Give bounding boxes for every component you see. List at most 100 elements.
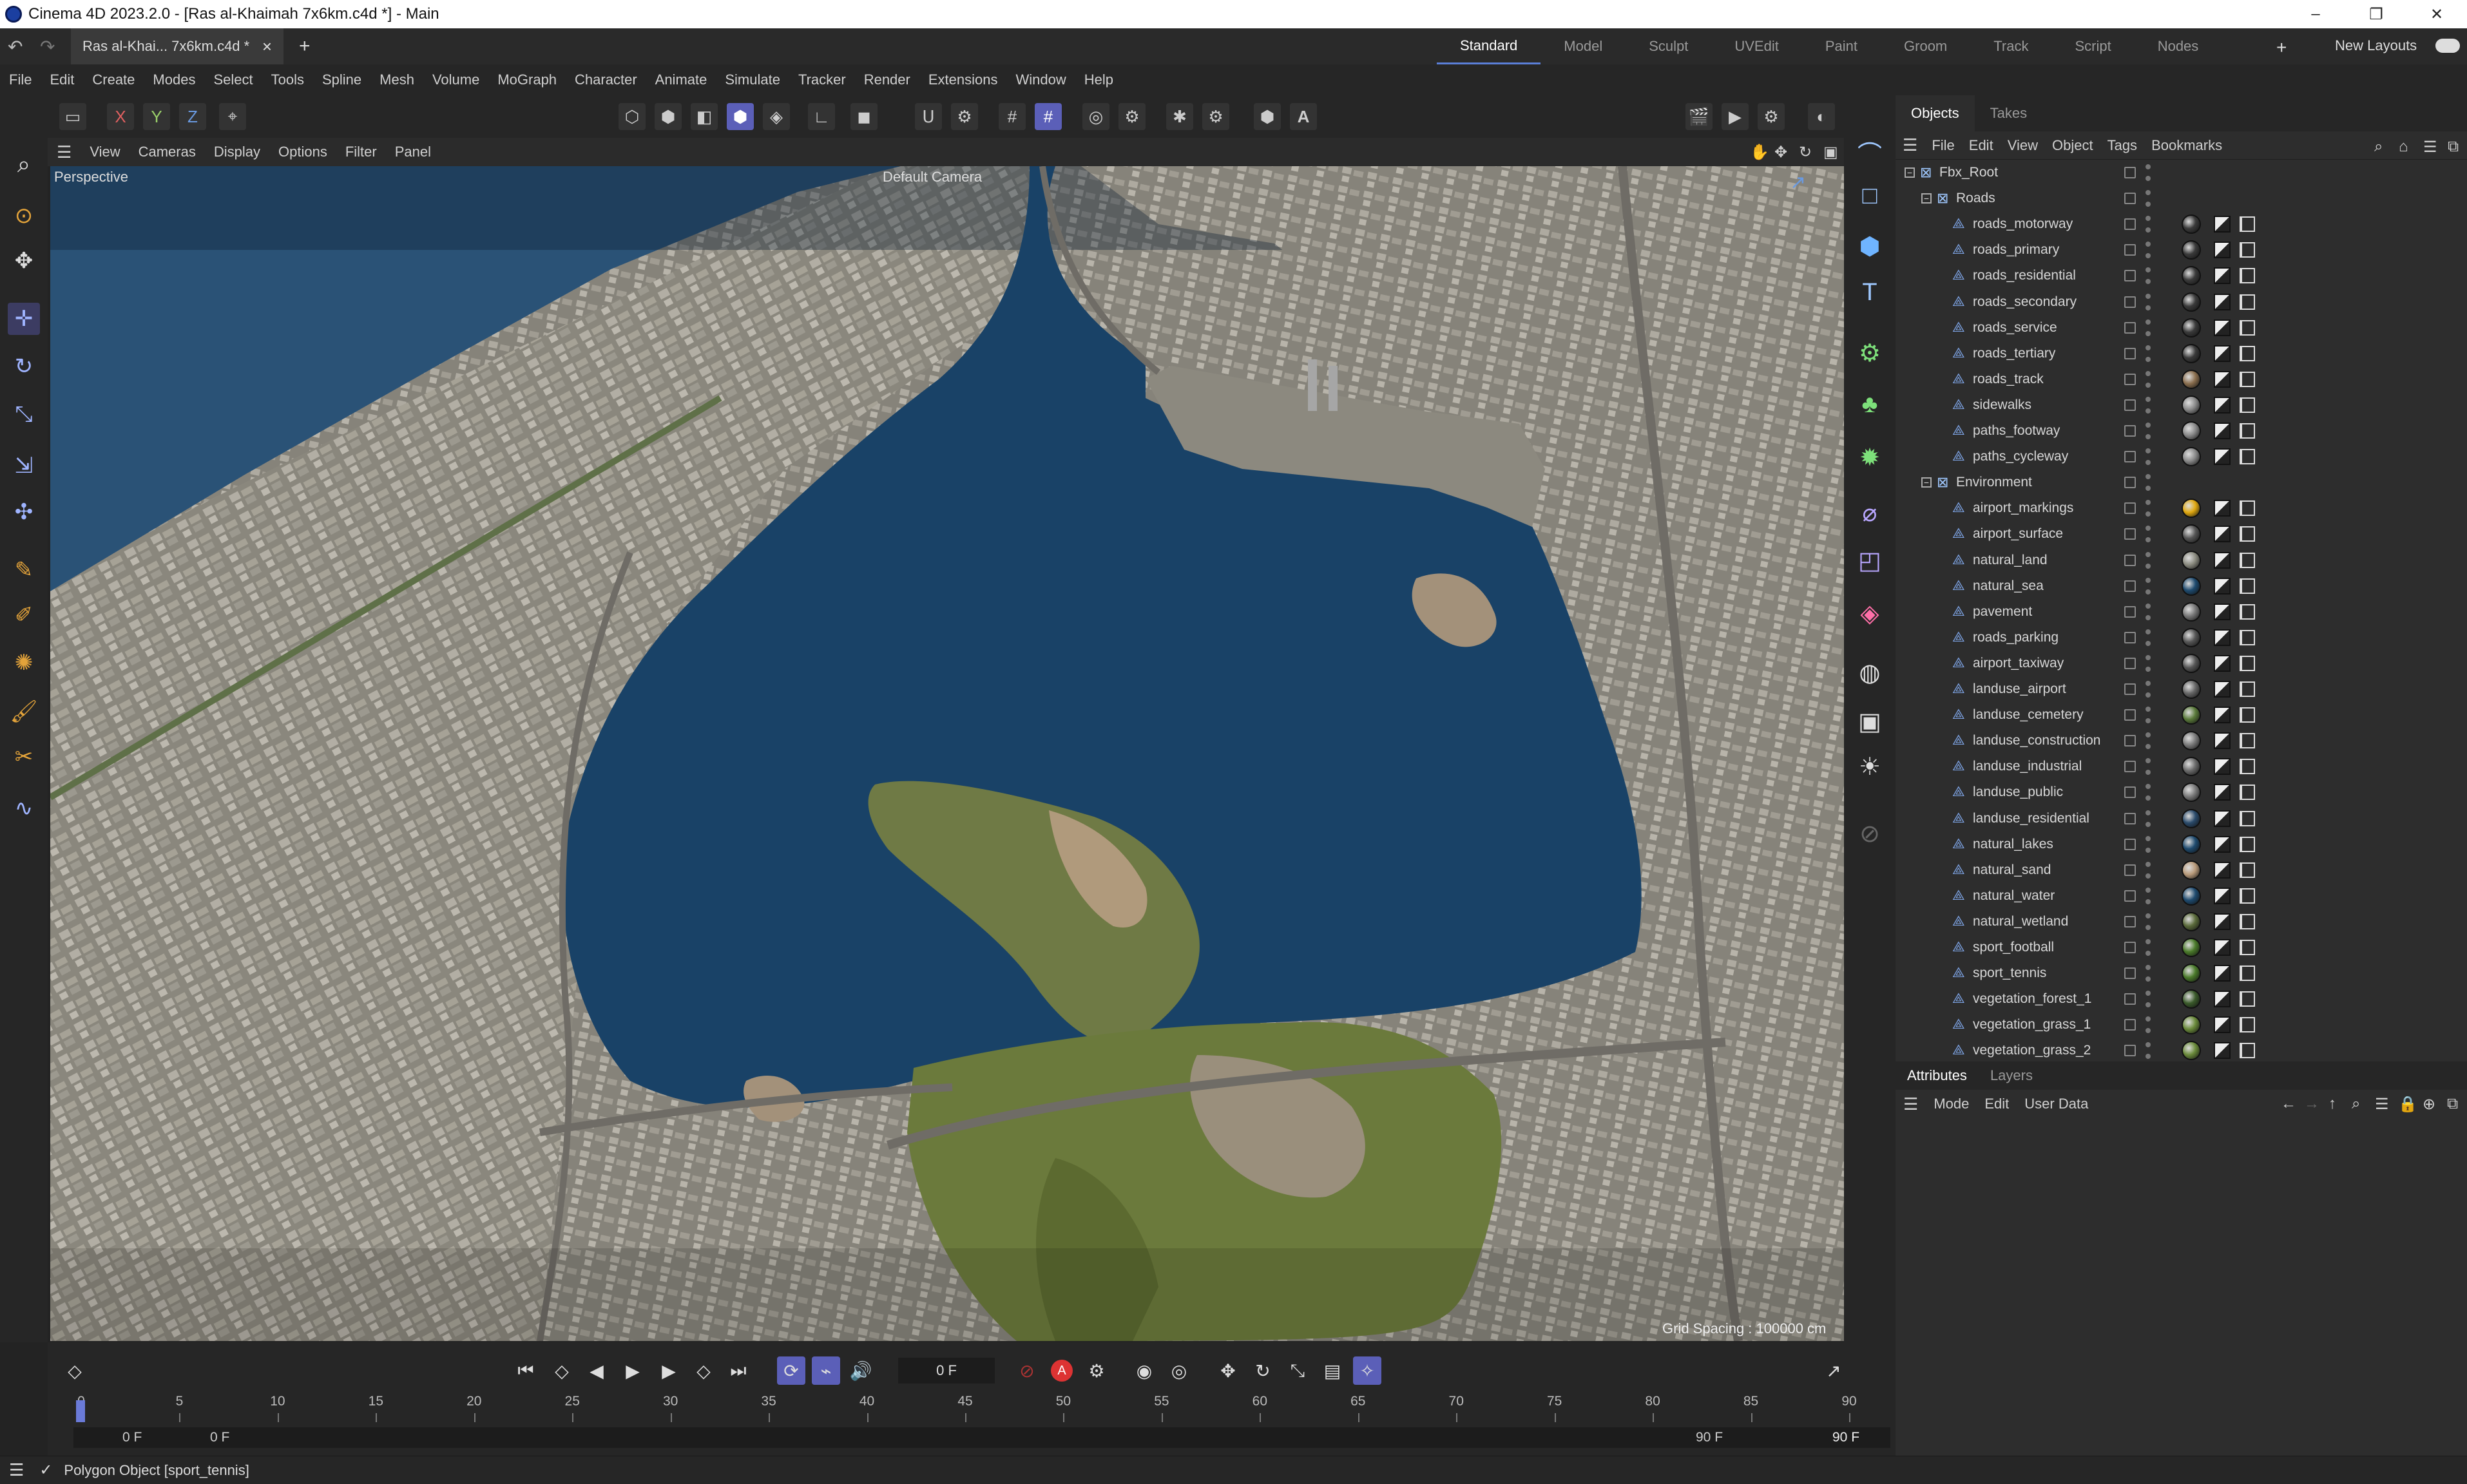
- phong-tag-icon[interactable]: [2240, 397, 2255, 413]
- render-settings-icon[interactable]: ⚙: [1118, 103, 1146, 130]
- phong-tag-icon[interactable]: [2240, 423, 2255, 439]
- phong-tag-icon[interactable]: [2240, 836, 2255, 852]
- visibility-checkbox[interactable]: [2124, 167, 2136, 178]
- render-visibility-dots[interactable]: [2145, 887, 2151, 904]
- object-name[interactable]: roads_tertiary: [1973, 346, 2055, 361]
- viewport-menu-filter[interactable]: Filter: [336, 144, 386, 160]
- objects-menu-object[interactable]: Object: [2045, 137, 2100, 154]
- objects-menu-file[interactable]: File: [1925, 137, 1961, 154]
- material-tag-icon[interactable]: [2182, 860, 2201, 880]
- object-row[interactable]: ⟁ natural_sea: [1896, 573, 2467, 599]
- viewport-projection-label[interactable]: Perspective: [54, 169, 128, 186]
- object-name[interactable]: roads_primary: [1973, 242, 2059, 258]
- phong-tag-icon[interactable]: [2240, 526, 2255, 542]
- effector-icon[interactable]: ✹: [1853, 441, 1886, 474]
- texture-tag-icon[interactable]: [2214, 345, 2231, 362]
- visibility-checkbox[interactable]: [2124, 889, 2136, 902]
- object-name[interactable]: natural_land: [1973, 553, 2048, 568]
- points-mode-icon[interactable]: ⬡: [619, 103, 646, 130]
- undo-icon[interactable]: ↶: [8, 36, 23, 57]
- object-name[interactable]: sport_tennis: [1973, 966, 2046, 981]
- object-name[interactable]: natural_sand: [1973, 862, 2051, 878]
- object-name[interactable]: natural_water: [1973, 888, 2055, 904]
- menu-window[interactable]: Window: [1006, 71, 1075, 88]
- render-visibility-dots[interactable]: [2145, 810, 2151, 827]
- visibility-checkbox[interactable]: [2124, 296, 2136, 308]
- material-tag-icon[interactable]: [2182, 214, 2201, 234]
- keyframe-icon[interactable]: ◇: [61, 1356, 89, 1385]
- deformer-icon[interactable]: ⌀: [1853, 496, 1886, 529]
- object-row[interactable]: − ⊠ Environment: [1896, 470, 2467, 495]
- render-visibility-dots[interactable]: [2145, 758, 2151, 775]
- object-name[interactable]: vegetation_grass_1: [1973, 1017, 2091, 1032]
- material-tag-icon[interactable]: [2182, 680, 2201, 699]
- render-visibility-dots[interactable]: [2145, 1016, 2151, 1034]
- preview-end-field[interactable]: 90 F: [1696, 1430, 1723, 1445]
- menu-select[interactable]: Select: [204, 71, 262, 88]
- object-name[interactable]: Fbx_Root: [1939, 165, 1998, 180]
- object-name[interactable]: paths_footway: [1973, 423, 2060, 439]
- render-region-icon[interactable]: ◎: [1082, 103, 1109, 130]
- menu-tracker[interactable]: Tracker: [789, 71, 855, 88]
- attributes-up-icon[interactable]: ↑: [2321, 1095, 2344, 1113]
- object-row[interactable]: ⟁ natural_sand: [1896, 857, 2467, 883]
- visibility-checkbox[interactable]: [2124, 657, 2136, 669]
- key-scale-icon[interactable]: ⤡: [1283, 1356, 1312, 1385]
- object-row[interactable]: ⟁ vegetation_grass_1: [1896, 1012, 2467, 1038]
- texture-tag-icon[interactable]: [2214, 577, 2231, 595]
- object-name[interactable]: vegetation_grass_2: [1973, 1043, 2091, 1058]
- tweak-tool-icon[interactable]: ✥: [8, 245, 40, 277]
- object-name[interactable]: sport_football: [1973, 940, 2054, 955]
- phong-tag-icon[interactable]: [2240, 552, 2255, 568]
- object-name[interactable]: pavement: [1973, 604, 2032, 620]
- menu-tools[interactable]: Tools: [262, 71, 313, 88]
- object-row[interactable]: ⟁ landuse_residential: [1896, 806, 2467, 832]
- object-name[interactable]: airport_taxiway: [1973, 656, 2064, 671]
- render-visibility-dots[interactable]: [2145, 732, 2151, 750]
- object-row[interactable]: ⟁ roads_service: [1896, 315, 2467, 341]
- visibility-checkbox[interactable]: [2124, 1019, 2136, 1031]
- object-name[interactable]: natural_wetland: [1973, 914, 2068, 929]
- render-visibility-dots[interactable]: [2145, 835, 2151, 853]
- object-row[interactable]: ⟁ sport_football: [1896, 935, 2467, 960]
- spline-object-icon[interactable]: ⌒: [1853, 135, 1886, 169]
- render-visibility-dots[interactable]: [2145, 242, 2151, 259]
- visibility-checkbox[interactable]: [2124, 373, 2136, 385]
- visibility-checkbox[interactable]: [2124, 528, 2136, 540]
- material-tag-icon[interactable]: [2182, 1041, 2201, 1061]
- rotate-tool-icon[interactable]: ↻: [8, 350, 40, 383]
- texture-tag-icon[interactable]: [2214, 551, 2231, 569]
- cloner-icon[interactable]: ♣: [1853, 388, 1886, 421]
- texture-tag-icon[interactable]: [2214, 861, 2231, 879]
- phong-tag-icon[interactable]: [2240, 733, 2255, 749]
- material-tag-icon[interactable]: [2182, 731, 2201, 751]
- visibility-checkbox[interactable]: [2124, 812, 2136, 824]
- viewport-menu-display[interactable]: Display: [205, 144, 269, 160]
- key-param-icon[interactable]: ▤: [1318, 1356, 1347, 1385]
- visibility-checkbox[interactable]: [2124, 193, 2136, 205]
- viewport-menu-options[interactable]: Options: [269, 144, 336, 160]
- texture-tag-icon[interactable]: [2214, 293, 2231, 310]
- grid-snap-icon[interactable]: #: [999, 103, 1026, 130]
- menu-create[interactable]: Create: [83, 71, 144, 88]
- autokey-icon[interactable]: A: [1048, 1356, 1076, 1385]
- visibility-checkbox[interactable]: [2124, 451, 2136, 463]
- paint-brush-icon[interactable]: 🖌: [8, 696, 40, 728]
- coordinate-system-icon[interactable]: ⌖: [219, 103, 246, 130]
- phong-tag-icon[interactable]: [2240, 371, 2255, 387]
- viewport-camera-label[interactable]: Default Camera: [883, 169, 982, 186]
- phong-tag-icon[interactable]: [2240, 862, 2255, 878]
- menu-volume[interactable]: Volume: [423, 71, 488, 88]
- workspace-tab-paint[interactable]: Paint: [1802, 28, 1881, 64]
- viewport-maximize-icon[interactable]: ▣: [1814, 143, 1847, 162]
- workspace-tab-standard[interactable]: Standard: [1437, 28, 1541, 64]
- material-tag-icon[interactable]: [2182, 783, 2201, 803]
- sound-icon[interactable]: 🔊: [847, 1356, 875, 1385]
- attributes-tab-layers[interactable]: Layers: [1979, 1067, 2044, 1084]
- phong-tag-icon[interactable]: [2240, 268, 2255, 284]
- objects-home-icon[interactable]: ⌂: [2392, 138, 2415, 156]
- layout-toggle[interactable]: [2435, 39, 2460, 53]
- objects-search-icon[interactable]: ⌕: [2367, 138, 2390, 156]
- render-queue-icon[interactable]: ⚙: [1758, 103, 1785, 130]
- volume-icon[interactable]: ◈: [1853, 596, 1886, 630]
